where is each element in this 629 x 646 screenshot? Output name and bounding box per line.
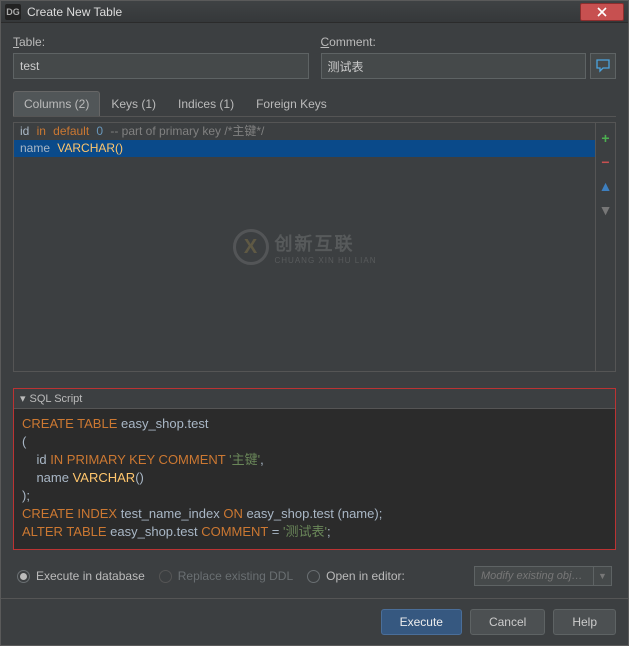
add-button[interactable]: + <box>599 131 613 145</box>
column-row[interactable]: name VARCHAR() <box>14 140 595 157</box>
chevron-down-icon: ▼ <box>594 566 612 586</box>
watermark: X 创新互联CHUANG XIN HU LIAN <box>232 229 376 265</box>
column-row[interactable]: id in default 0 -- part of primary key /… <box>14 123 595 140</box>
tabs: Columns (2) Keys (1) Indices (1) Foreign… <box>13 91 616 117</box>
collapse-icon: ▾ <box>20 392 26 405</box>
cancel-button[interactable]: Cancel <box>470 609 545 635</box>
column-list[interactable]: id in default 0 -- part of primary key /… <box>14 123 595 371</box>
editor-combo[interactable]: Modify existing obj… ▼ <box>474 566 612 586</box>
dialog-footer: Execute Cancel Help <box>1 598 628 645</box>
move-up-button[interactable]: ▲ <box>599 179 613 193</box>
move-down-button[interactable]: ▼ <box>599 203 613 217</box>
column-toolbar: + − ▲ ▼ <box>595 123 615 371</box>
table-label: Table: <box>13 35 309 49</box>
tab-keys[interactable]: Keys (1) <box>100 91 167 116</box>
help-button[interactable]: Help <box>553 609 616 635</box>
sql-script-body[interactable]: CREATE TABLE easy_shop.test ( id IN PRIM… <box>14 409 615 549</box>
window-title: Create New Table <box>27 5 580 19</box>
close-icon <box>596 7 608 17</box>
sql-script-section: ▾ SQL Script CREATE TABLE easy_shop.test… <box>13 388 616 550</box>
app-logo: DG <box>5 4 21 20</box>
radio-replace-ddl[interactable]: Replace existing DDL <box>159 569 293 583</box>
execute-button[interactable]: Execute <box>381 609 462 635</box>
titlebar: DG Create New Table <box>1 1 628 23</box>
table-input[interactable] <box>13 53 309 79</box>
speech-bubble-icon <box>595 59 611 73</box>
comment-expand-button[interactable] <box>590 53 616 79</box>
comment-label: Comment: <box>321 35 617 49</box>
radio-execute-db[interactable]: Execute in database <box>17 569 145 583</box>
remove-button[interactable]: − <box>599 155 613 169</box>
comment-input[interactable] <box>321 53 587 79</box>
close-button[interactable] <box>580 3 624 21</box>
tab-indices[interactable]: Indices (1) <box>167 91 245 116</box>
radio-open-editor[interactable]: Open in editor: <box>307 569 405 583</box>
sql-script-header[interactable]: ▾ SQL Script <box>14 389 615 409</box>
tab-columns[interactable]: Columns (2) <box>13 91 100 116</box>
tab-foreign-keys[interactable]: Foreign Keys <box>245 91 338 116</box>
